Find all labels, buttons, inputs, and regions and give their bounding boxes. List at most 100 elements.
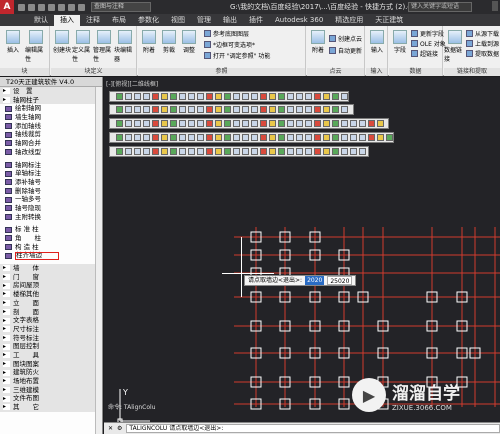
redo-icon[interactable]: [78, 3, 85, 11]
menu-item[interactable]: ▸ 图层控制: [0, 342, 102, 351]
menu-item[interactable]: 墙生轴网: [0, 113, 102, 122]
create-block-button[interactable]: 创建块: [51, 30, 73, 54]
menu-item[interactable]: 一轴多号: [0, 195, 102, 204]
watermark-brand: 溜溜自学: [392, 383, 460, 404]
define-attribute-button[interactable]: 定义属性: [72, 30, 94, 63]
edit-attribute-button[interactable]: 编辑属性: [25, 30, 47, 63]
adjust-button[interactable]: 调整: [178, 30, 200, 54]
menu-item[interactable]: ▸ 文件布图: [0, 394, 102, 404]
menu-item[interactable]: 轴线裁剪: [0, 130, 102, 139]
dynamic-input-tooltip: 请点取墙边<退出>: 2020 25020: [244, 275, 357, 286]
ribbon-tab[interactable]: 天正建筑: [369, 15, 409, 26]
create-pointcloud-button[interactable]: 创建点云: [329, 34, 362, 43]
extract-data-button[interactable]: 提取数据: [466, 49, 499, 58]
command-input[interactable]: TALIGNCOLU 请点取墙边<退出>:: [126, 424, 500, 433]
quick-access-toolbar: [18, 3, 85, 11]
import-button[interactable]: 输入: [366, 30, 388, 54]
menu-item-label: 标 准 柱: [15, 225, 39, 234]
menu-item[interactable]: ▸ 图块图案: [0, 359, 102, 369]
insert-block-button[interactable]: 插入: [2, 30, 24, 54]
command-icon: [5, 226, 12, 233]
ribbon-tab[interactable]: 视图: [165, 15, 191, 26]
menu-item[interactable]: 删除轴号: [0, 187, 102, 196]
close-icon[interactable]: ✕: [108, 425, 113, 432]
attach-button[interactable]: 附着: [138, 30, 160, 54]
panel-scrollbar[interactable]: [95, 87, 102, 434]
menu-item[interactable]: ▸ 建筑防火: [0, 368, 102, 377]
block-editor-button[interactable]: 块编辑器: [114, 30, 136, 63]
watermark-url: ZIXUE.3066.COM: [392, 403, 452, 412]
ribbon-tab[interactable]: 参数化: [132, 15, 165, 26]
menu-item[interactable]: ▸ 墙 体: [0, 264, 102, 273]
download-source-button[interactable]: 从源下载: [466, 29, 499, 38]
pointcloud-attach-icon: [311, 30, 325, 44]
snap-reference-toggle[interactable]: 打开 "调定参照" 功能: [204, 51, 270, 60]
ole-object-button[interactable]: OLE 对象: [411, 39, 446, 48]
menu-item[interactable]: 绘制轴网: [0, 104, 102, 113]
menu-item[interactable]: 单轴标注: [0, 169, 102, 178]
menu-item[interactable]: ▸ 楼梯其他: [0, 290, 102, 299]
open-file-icon[interactable]: [28, 3, 35, 11]
new-file-icon[interactable]: [18, 3, 25, 11]
ribbon-tab[interactable]: 插件: [243, 15, 269, 26]
ribbon-tab[interactable]: 精选应用: [329, 15, 369, 26]
ribbon-tab[interactable]: 插入: [54, 15, 80, 26]
menu-item-label: 一轴多号: [15, 195, 41, 204]
field-button[interactable]: 字段: [389, 30, 411, 54]
menu-item[interactable]: 轴网合并: [0, 139, 102, 148]
menu-item[interactable]: 主附转换: [0, 213, 102, 222]
menu-item[interactable]: ▸ 文字表格: [0, 316, 102, 325]
ribbon-tab[interactable]: 默认: [28, 15, 54, 26]
wrench-icon[interactable]: ⚙: [117, 425, 122, 432]
group-label: 数据: [389, 68, 442, 76]
undo-icon[interactable]: [68, 3, 75, 11]
ribbon-panel: 插入 编辑属性 块 创建块 定义属性 管理属性 块编辑器 块定义 附着 剪裁 调…: [0, 26, 500, 76]
menu-item[interactable]: 角 柱: [0, 234, 102, 243]
ribbon-tab[interactable]: 管理: [191, 15, 217, 26]
data-link-button[interactable]: 数据链接: [444, 30, 466, 63]
ribbon-tab[interactable]: 输出: [217, 15, 243, 26]
help-search-input[interactable]: 键入关键字或短语: [408, 2, 472, 12]
frame-icon: [204, 41, 211, 48]
update-icon: [411, 30, 418, 37]
clip-button[interactable]: 剪裁: [158, 30, 180, 54]
underlay-layers-button[interactable]: 参考底图图层: [204, 29, 249, 38]
menu-item[interactable]: ▸ 立 面: [0, 298, 102, 308]
menu-item[interactable]: 柱齐墙边: [0, 251, 102, 260]
print-icon[interactable]: [58, 3, 65, 11]
menu-item[interactable]: 轴改线型: [0, 148, 102, 157]
app-logo-icon[interactable]: A: [0, 0, 14, 14]
quick-search-input[interactable]: 查图与注释: [91, 2, 151, 12]
hyperlink-button[interactable]: 超链接: [411, 49, 438, 58]
dynamic-input-field[interactable]: 2020: [305, 276, 325, 285]
dynamic-value-field[interactable]: 25020: [327, 276, 353, 285]
menu-item[interactable]: ▸ 房间屋顶: [0, 281, 102, 291]
ribbon-tab[interactable]: 注释: [80, 15, 106, 26]
auto-update-toggle[interactable]: 自动更新: [329, 46, 362, 55]
frame-variable-dropdown[interactable]: *边框可变选项*: [204, 40, 255, 49]
menu-item[interactable]: 标 准 柱: [0, 225, 102, 234]
upload-source-button[interactable]: 上载到源: [466, 39, 499, 48]
menu-item[interactable]: ▸ 设 置: [0, 87, 102, 96]
menu-item[interactable]: ▸ 其 它: [0, 403, 102, 412]
menu-item[interactable]: ▸ 尺寸标注: [0, 324, 102, 334]
save-icon[interactable]: [38, 3, 45, 11]
expand-icon: ▸: [3, 395, 10, 402]
menu-item[interactable]: ▸ 剖 面: [0, 307, 102, 317]
save-as-icon[interactable]: [48, 3, 55, 11]
crosshair-horizontal: [222, 273, 274, 274]
update-field-button[interactable]: 更新字段: [411, 29, 444, 38]
ribbon-tab[interactable]: 布局: [106, 15, 132, 26]
menu-item[interactable]: 轴号隐现: [0, 204, 102, 213]
search-icon[interactable]: [492, 1, 498, 11]
ribbon-tab[interactable]: Autodesk 360: [269, 15, 329, 26]
manage-attribute-button[interactable]: 管理属性: [93, 30, 115, 63]
menu-item[interactable]: ▸ 场地布置: [0, 377, 102, 386]
window-controls: [492, 1, 498, 11]
menu-item[interactable]: ▸ 工 具: [0, 350, 102, 360]
menu-item[interactable]: ▸ 符号标注: [0, 333, 102, 343]
menu-item[interactable]: 轴网标注: [0, 161, 102, 170]
expand-icon: ▸: [3, 378, 10, 385]
attach-pointcloud-button[interactable]: 附着: [307, 30, 329, 54]
menu-item[interactable]: 添补轴号: [0, 178, 102, 187]
